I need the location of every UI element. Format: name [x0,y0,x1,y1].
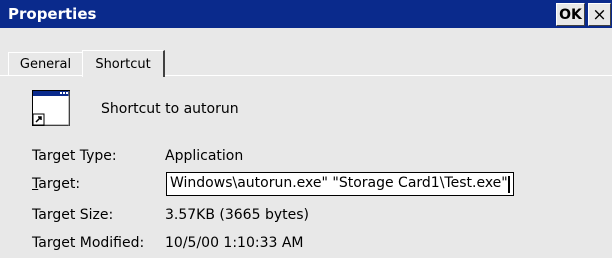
text-caret [508,176,510,193]
target-type-label: Target Type: [32,148,117,164]
tab-shortcut[interactable]: Shortcut [82,50,165,77]
target-label: Target: [32,176,81,192]
application-shortcut-icon [32,90,70,126]
target-field[interactable]: Windows\autorun.exe" "Storage Card1\Test… [166,172,514,196]
target-size-label: Target Size: [32,207,114,223]
tab-general[interactable]: General [8,52,83,75]
window-title: Properties [8,5,97,23]
close-button[interactable]: × [588,3,611,26]
ok-button[interactable]: OK [556,3,585,26]
title-bar: Properties OK × [0,0,612,30]
target-size-value: 3.57KB (3665 bytes) [165,207,309,223]
shortcut-name: Shortcut to autorun [101,101,239,117]
target-modified-label: Target Modified: [32,235,145,251]
target-modified-value: 10/5/00 1:10:33 AM [165,235,304,251]
properties-dialog: Properties OK × General Shortcut Shortcu… [0,0,612,258]
target-type-value: Application [165,148,244,164]
target-field-value: Windows\autorun.exe" "Storage Card1\Test… [170,175,508,191]
